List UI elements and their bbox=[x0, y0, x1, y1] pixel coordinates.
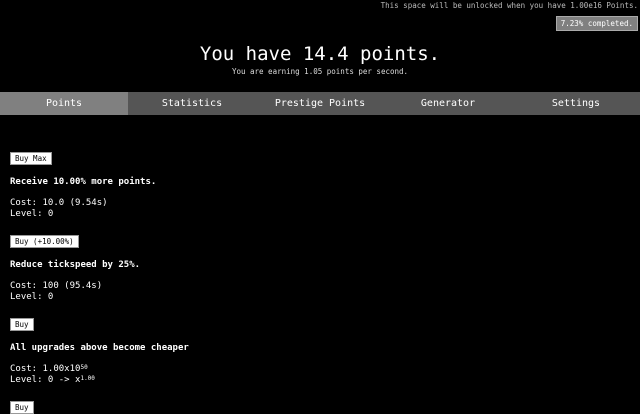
upgrade-title: Reduce tickspeed by 25%. bbox=[10, 260, 141, 270]
cost-exponent: 50 bbox=[80, 364, 88, 371]
upgrades-panel: Buy Max Receive 10.00% more points. Cost… bbox=[10, 146, 630, 414]
buy-max-button[interactable]: Buy Max bbox=[10, 152, 52, 165]
cost-prefix: Cost: 1.00x10 bbox=[10, 364, 81, 374]
upgrade-cost: Cost: 1.00x1050 bbox=[10, 364, 630, 375]
earning-rate: You are earning 1.05 points per second. bbox=[231, 67, 409, 76]
upgrade-level: Level: 0 bbox=[10, 209, 54, 219]
tab-points[interactable]: Points bbox=[0, 92, 128, 115]
tab-statistics[interactable]: Statistics bbox=[128, 92, 256, 115]
unlock-note: This space will be unlocked when you hav… bbox=[380, 1, 638, 10]
upgrade-level: Level: 0 -> x1.00 bbox=[10, 375, 630, 386]
upgrade-stats: Cost: 10.0 (9.54s) Level: 0 bbox=[10, 198, 630, 220]
tab-settings[interactable]: Settings bbox=[512, 92, 640, 115]
tab-generator[interactable]: Generator bbox=[384, 92, 512, 115]
upgrade-stats: Cost: 1.00x1050 Level: 0 -> x1.00 bbox=[10, 364, 630, 386]
tab-prestige-points[interactable]: Prestige Points bbox=[256, 92, 384, 115]
points-title: You have 14.4 points. bbox=[199, 43, 441, 65]
level-exponent: 1.00 bbox=[80, 375, 95, 382]
points-header: You have 14.4 points. You are earning 1.… bbox=[0, 42, 640, 76]
upgrade-level: Level: 0 bbox=[10, 292, 54, 302]
buy-tickspeed-button[interactable]: Buy bbox=[10, 318, 34, 331]
buy-cheaper-button[interactable]: Buy bbox=[10, 401, 34, 414]
progress-badge: 7.23% completed. bbox=[555, 16, 638, 31]
upgrade-title: Receive 10.00% more points. bbox=[10, 177, 157, 187]
upgrade-title: All upgrades above become cheaper bbox=[10, 343, 189, 353]
buy-points-boost-button[interactable]: Buy (+10.00%) bbox=[10, 235, 79, 248]
level-prefix: Level: 0 -> x bbox=[10, 375, 81, 385]
upgrade-stats: Cost: 100 (95.4s) Level: 0 bbox=[10, 281, 630, 303]
tab-bar: Points Statistics Prestige Points Genera… bbox=[0, 92, 640, 115]
upgrade-cost: Cost: 100 (95.4s) bbox=[10, 281, 103, 291]
upgrade-cost: Cost: 10.0 (9.54s) bbox=[10, 198, 108, 208]
